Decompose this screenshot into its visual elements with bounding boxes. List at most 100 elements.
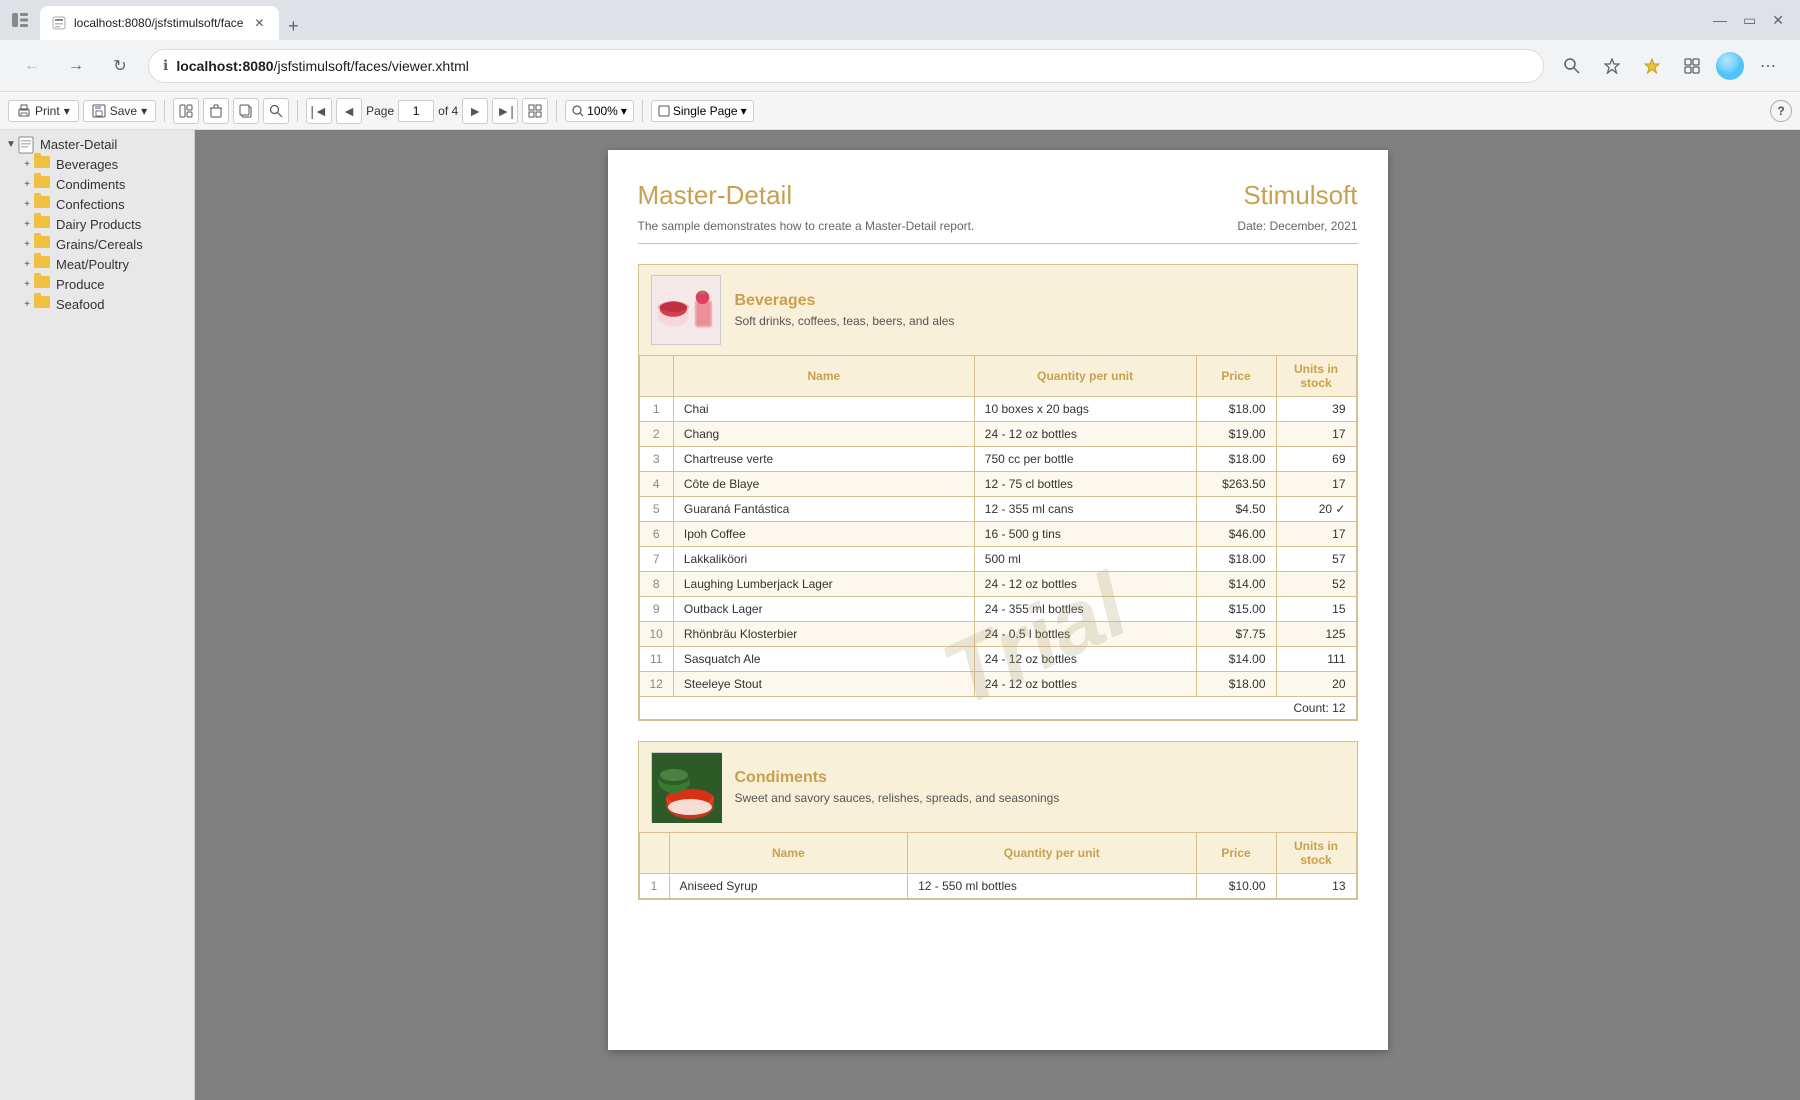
tab-close-btn[interactable]: ✕ bbox=[251, 15, 267, 31]
row-price: $7.75 bbox=[1196, 622, 1276, 647]
row-name: Chartreuse verte bbox=[673, 447, 974, 472]
sidebar-item-grains[interactable]: + Grains/Cereals bbox=[0, 234, 194, 254]
page-input[interactable] bbox=[398, 100, 434, 122]
sep-3 bbox=[556, 100, 557, 122]
sidebar-dairy-label: Dairy Products bbox=[56, 217, 141, 232]
table-row: 9 Outback Lager 24 - 355 ml bottles $15.… bbox=[639, 597, 1356, 622]
row-name: Rhönbräu Klosterbier bbox=[673, 622, 974, 647]
row-name: Outback Lager bbox=[673, 597, 974, 622]
expand-icon[interactable]: + bbox=[20, 197, 34, 211]
row-qty: 12 - 550 ml bottles bbox=[908, 874, 1196, 899]
expand-icon[interactable]: + bbox=[20, 277, 34, 291]
reload-btn[interactable]: ↻ bbox=[104, 50, 136, 82]
sidebar-item-dairy-products[interactable]: + Dairy Products bbox=[0, 214, 194, 234]
row-name: Chang bbox=[673, 422, 974, 447]
row-stock: 20 ✓ bbox=[1276, 497, 1356, 522]
row-price: $15.00 bbox=[1196, 597, 1276, 622]
row-qty: 24 - 0.5 l bottles bbox=[974, 622, 1196, 647]
view-type-btn[interactable]: Single Page ▾ bbox=[651, 100, 754, 122]
view-arrow: ▾ bbox=[741, 104, 747, 118]
expand-icon[interactable]: + bbox=[20, 257, 34, 271]
row-num: 5 bbox=[639, 497, 673, 522]
folder-icon-condiments bbox=[34, 176, 52, 192]
row-stock: 17 bbox=[1276, 522, 1356, 547]
profile-avatar[interactable] bbox=[1716, 52, 1744, 80]
page-total: of 4 bbox=[438, 104, 458, 118]
row-num: 7 bbox=[639, 547, 673, 572]
row-stock: 20 bbox=[1276, 672, 1356, 697]
row-qty: 12 - 75 cl bottles bbox=[974, 472, 1196, 497]
sidebar-item-seafood[interactable]: + Seafood bbox=[0, 294, 194, 314]
address-bar[interactable]: ℹ localhost:8080/jsfstimulsoft/faces/vie… bbox=[148, 49, 1544, 83]
row-qty: 24 - 12 oz bottles bbox=[974, 672, 1196, 697]
last-page-btn[interactable]: ►| bbox=[492, 98, 518, 124]
sidebar-item-condiments[interactable]: + Condiments bbox=[0, 174, 194, 194]
col-qty-header-2: Quantity per unit bbox=[908, 833, 1196, 874]
row-num: 1 bbox=[639, 397, 673, 422]
bookmark-list-btn[interactable] bbox=[1636, 50, 1668, 82]
sidebar-toggle-btn[interactable] bbox=[8, 8, 32, 32]
row-stock: 39 bbox=[1276, 397, 1356, 422]
toggle-tree-btn[interactable] bbox=[173, 98, 199, 124]
close-btn[interactable]: ✕ bbox=[1772, 12, 1784, 29]
row-stock: 69 bbox=[1276, 447, 1356, 472]
sidebar-root-item[interactable]: ▼ Master-Detail bbox=[0, 134, 194, 154]
sidebar: ▼ Master-Detail + Beverages + Condiments… bbox=[0, 130, 195, 1100]
sidebar-item-meat[interactable]: + Meat/Poultry bbox=[0, 254, 194, 274]
col-name-header: Name bbox=[673, 356, 974, 397]
row-price: $18.00 bbox=[1196, 447, 1276, 472]
bookmark-star-btn[interactable] bbox=[1596, 50, 1628, 82]
window-controls-left bbox=[8, 8, 32, 32]
save-btn[interactable]: Save ▾ bbox=[83, 100, 156, 122]
next-page-btn[interactable]: ► bbox=[462, 98, 488, 124]
delete-btn[interactable] bbox=[203, 98, 229, 124]
row-price: $18.00 bbox=[1196, 672, 1276, 697]
back-btn[interactable]: ← bbox=[16, 50, 48, 82]
search-report-btn[interactable] bbox=[263, 98, 289, 124]
copy-btn[interactable] bbox=[233, 98, 259, 124]
expand-icon[interactable]: + bbox=[20, 297, 34, 311]
page-view-icon bbox=[658, 105, 670, 117]
zoom-btn[interactable]: 100% ▾ bbox=[565, 100, 634, 122]
sidebar-item-confections[interactable]: + Confections bbox=[0, 194, 194, 214]
view-mode-btn[interactable] bbox=[522, 98, 548, 124]
row-qty: 24 - 12 oz bottles bbox=[974, 647, 1196, 672]
row-qty: 750 cc per bottle bbox=[974, 447, 1196, 472]
print-label: Print bbox=[35, 104, 60, 118]
expand-icon[interactable]: + bbox=[20, 177, 34, 191]
prev-page-btn[interactable]: ◄ bbox=[336, 98, 362, 124]
sep-4 bbox=[642, 100, 643, 122]
print-btn[interactable]: Print ▾ bbox=[8, 100, 79, 122]
row-num: 12 bbox=[639, 672, 673, 697]
minimize-btn[interactable]: — bbox=[1713, 12, 1727, 28]
expand-icon[interactable]: + bbox=[20, 237, 34, 251]
expand-icon[interactable]: + bbox=[20, 157, 34, 171]
collections-btn[interactable] bbox=[1676, 50, 1708, 82]
root-expand-icon[interactable]: ▼ bbox=[4, 137, 18, 151]
table-header-row: Name Quantity per unit Price Units in st… bbox=[639, 356, 1356, 397]
url-path: /jsfstimulsoft/faces/viewer.xhtml bbox=[274, 58, 469, 74]
window-controls-right: — ▭ ✕ bbox=[1713, 12, 1792, 29]
folder-icon-meat bbox=[34, 256, 52, 272]
restore-btn[interactable]: ▭ bbox=[1743, 12, 1756, 29]
report-brand: Stimulsoft bbox=[1243, 180, 1357, 211]
expand-icon[interactable]: + bbox=[20, 217, 34, 231]
table-row: 2 Chang 24 - 12 oz bottles $19.00 17 bbox=[639, 422, 1356, 447]
search-btn[interactable] bbox=[1556, 50, 1588, 82]
active-tab[interactable]: localhost:8080/jsfstimulsoft/face ✕ bbox=[40, 6, 279, 40]
sidebar-item-produce[interactable]: + Produce bbox=[0, 274, 194, 294]
row-name: Ipoh Coffee bbox=[673, 522, 974, 547]
row-qty: 24 - 12 oz bottles bbox=[974, 422, 1196, 447]
new-tab-btn[interactable]: + bbox=[279, 12, 307, 40]
help-btn[interactable]: ? bbox=[1770, 100, 1792, 122]
row-num: 2 bbox=[639, 422, 673, 447]
condiments-desc: Sweet and savory sauces, relishes, sprea… bbox=[735, 791, 1060, 805]
forward-btn[interactable]: → bbox=[60, 50, 92, 82]
browser-window: localhost:8080/jsfstimulsoft/face ✕ + — … bbox=[0, 0, 1800, 1100]
beverages-image bbox=[651, 275, 721, 345]
sidebar-item-beverages[interactable]: + Beverages bbox=[0, 154, 194, 174]
category-condiments: Condiments Sweet and savory sauces, reli… bbox=[638, 741, 1358, 900]
first-page-btn[interactable]: |◄ bbox=[306, 98, 332, 124]
category-beverages-info: Beverages Soft drinks, coffees, teas, be… bbox=[735, 292, 955, 328]
more-menu-btn[interactable]: ⋯ bbox=[1752, 50, 1784, 82]
